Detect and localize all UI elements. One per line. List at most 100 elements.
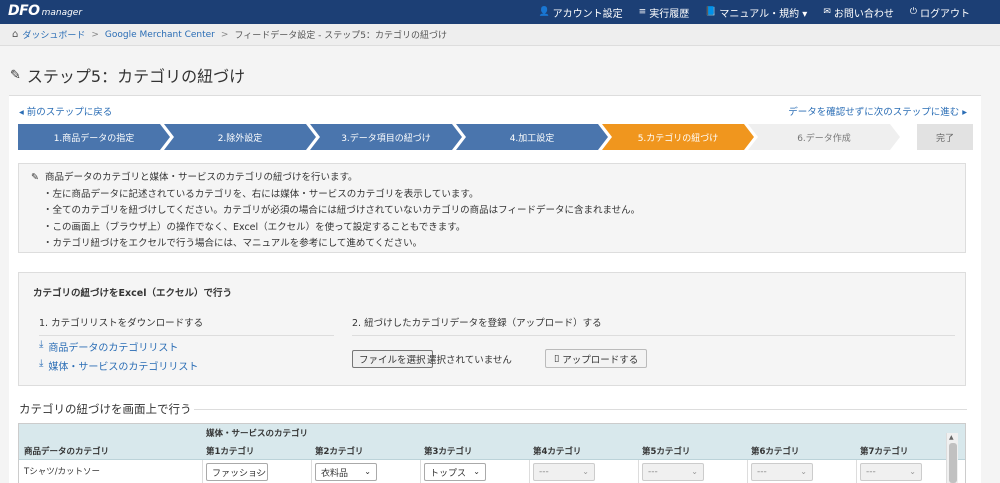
button-label: アップロードする	[562, 354, 639, 366]
scroll-up-arrow-icon[interactable]: ▲	[949, 434, 954, 441]
previous-step-link[interactable]: ◂ 前のステップに戻る	[19, 104, 112, 118]
category-5-header: 第5カテゴリ	[642, 447, 691, 457]
scrollbar-thumb[interactable]	[949, 443, 957, 483]
step-progress: 1.商品データの指定 2.除外設定 3.データ項目の紐づけ 4.加工設定 5.カ…	[18, 124, 974, 150]
info-bullet: ・この画面上（ブラウザ上）の操作でなく、Excel（エクセル）を使って設定するこ…	[43, 221, 466, 233]
upload-icon: ▯	[554, 353, 560, 364]
category-6-select: --- ⌄	[751, 463, 813, 481]
page-title: ✎ ステップ5：カテゴリの紐づけ	[10, 64, 245, 86]
category-2-header: 第2カテゴリ	[315, 447, 364, 457]
nav-manual-dropdown[interactable]: 📘 マニュアル・規約 ▾	[705, 5, 807, 20]
nav-history[interactable]: ≡ 実行履歴	[639, 5, 690, 20]
nav-label: ログアウト	[920, 8, 970, 20]
pencil-icon: ✎	[10, 67, 21, 83]
download-media-category-list[interactable]: ⤓ 媒体・サービスのカテゴリリスト	[39, 358, 198, 373]
breadcrumb-separator: >	[220, 29, 229, 40]
nav-account-settings[interactable]: 👤 アカウント設定	[538, 5, 622, 20]
upload-heading: 2. 紐づけしたカテゴリデータを登録（アップロード）する	[352, 315, 955, 336]
select-value: ---	[757, 467, 767, 477]
column-separator	[420, 460, 421, 483]
section-divider	[194, 409, 967, 410]
category-6-header: 第6カテゴリ	[751, 447, 800, 457]
table-scrollbar[interactable]: ▲	[946, 433, 958, 483]
nav-logout[interactable]: ⏻ ログアウト	[910, 5, 970, 20]
step-5[interactable]: 5.カテゴリの紐づけ	[602, 124, 754, 150]
upload-button[interactable]: ▯ アップロードする	[545, 349, 648, 368]
category-7-select: --- ⌄	[860, 463, 922, 481]
logo-mark: DFO	[8, 3, 40, 19]
excel-section: カテゴリの紐づけをExcel（エクセル）で行う 1. カテゴリリストをダウンロー…	[18, 272, 966, 386]
breadcrumb: ⌂ ダッシュボード > Google Merchant Center > フィー…	[0, 24, 1000, 46]
no-file-selected-text: 選択されていません	[427, 355, 512, 366]
step-navigation: ◂ 前のステップに戻る データを確認せずに次のステップに進む ▸	[19, 104, 967, 118]
step-6: 6.データ作成	[748, 124, 900, 150]
info-lead: ✎ 商品データのカテゴリと媒体・サービスのカテゴリの紐づけを行います。	[31, 170, 953, 187]
column-separator	[856, 460, 857, 483]
chevron-down-icon: ⌄	[582, 467, 589, 476]
select-value: 衣料品	[321, 468, 349, 479]
step-4[interactable]: 4.加工設定	[456, 124, 608, 150]
nav-label: アカウント設定	[552, 8, 623, 20]
category-7-header: 第7カテゴリ	[860, 447, 909, 457]
home-icon: ⌂	[12, 29, 19, 40]
step-complete: 完了	[917, 124, 973, 150]
table-header	[19, 440, 965, 460]
chevron-down-icon: ⌄	[691, 467, 698, 476]
category-1-select[interactable]: ファッション ⌄	[206, 463, 268, 481]
product-category-header: 商品データのカテゴリ	[24, 447, 110, 457]
table-header-group	[19, 424, 965, 440]
category-1-header: 第1カテゴリ	[206, 447, 255, 457]
column-separator	[311, 460, 312, 483]
app-logo[interactable]: DFO manager	[8, 3, 82, 21]
info-bullet: ・左に商品データに記述されているカテゴリを、右には媒体・サービスのカテゴリを表示…	[43, 188, 479, 200]
category-2-select[interactable]: 衣料品 ⌄	[315, 463, 377, 481]
skip-to-next-step-link[interactable]: データを確認せずに次のステップに進む ▸	[788, 104, 967, 118]
download-icon: ⤓	[39, 358, 44, 369]
column-separator	[529, 460, 530, 483]
column-separator	[747, 460, 748, 483]
nav-contact[interactable]: ✉ お問い合わせ	[823, 5, 894, 20]
link-label: 商品データのカテゴリリスト	[48, 343, 179, 354]
step-1[interactable]: 1.商品データの指定	[18, 124, 170, 150]
book-icon: 📘	[705, 7, 717, 17]
nav-label: マニュアル・規約 ▾	[719, 8, 808, 20]
chevron-down-icon: ⌄	[909, 467, 916, 476]
chevron-down-icon: ⌄	[364, 467, 371, 476]
main-card: ◂ 前のステップに戻る データを確認せずに次のステップに進む ▸ 1.商品データ…	[9, 95, 981, 483]
breadcrumb-current: フィードデータ設定 - ステップ5：カテゴリの紐づけ	[234, 31, 447, 41]
info-bullet: ・カテゴリ紐づけをエクセルで行う場合には、マニュアルを参考にして進めてください。	[43, 238, 423, 249]
category-5-select: --- ⌄	[642, 463, 704, 481]
breadcrumb-merchant-center[interactable]: Google Merchant Center	[105, 30, 215, 40]
category-4-select: --- ⌄	[533, 463, 595, 481]
download-icon: ⤓	[39, 339, 44, 350]
list-icon: ≡	[638, 7, 647, 17]
select-value: ---	[648, 467, 658, 477]
choose-file-button[interactable]: ファイルを選択	[352, 350, 433, 368]
breadcrumb-separator: >	[91, 29, 99, 40]
chevron-down-icon: ⌄	[473, 467, 480, 476]
download-product-category-list[interactable]: ⤓ 商品データのカテゴリリスト	[39, 339, 178, 354]
media-category-group-header: 媒体・サービスのカテゴリ	[206, 429, 309, 439]
chevron-down-icon: ⌄	[255, 467, 262, 476]
select-value: トップス	[430, 468, 467, 479]
mail-icon: ✉	[823, 7, 831, 17]
select-value: ---	[866, 467, 876, 477]
chevron-down-icon: ⌄	[800, 467, 807, 476]
top-navbar: DFO manager 👤 アカウント設定 ≡ 実行履歴 📘 マニュアル・規約 …	[0, 0, 1000, 24]
column-separator	[638, 460, 639, 483]
page-title-text: ステップ5：カテゴリの紐づけ	[26, 67, 246, 86]
category-4-header: 第4カテゴリ	[533, 447, 582, 457]
info-lead-text: 商品データのカテゴリと媒体・サービスのカテゴリの紐づけを行います。	[44, 172, 358, 183]
user-icon: 👤	[538, 7, 550, 17]
step-2[interactable]: 2.除外設定	[164, 124, 316, 150]
onscreen-section-title: カテゴリの紐づけを画面上で行う	[19, 402, 192, 416]
step-3[interactable]: 3.データ項目の紐づけ	[310, 124, 462, 150]
download-heading: 1. カテゴリリストをダウンロードする	[39, 315, 334, 336]
info-bullet: ・全てのカテゴリを紐づけしてください。カテゴリが必須の場合には紐づけされていない…	[43, 205, 641, 216]
category-3-select[interactable]: トップス ⌄	[424, 463, 486, 481]
power-icon: ⏻	[909, 7, 917, 17]
logo-sub: manager	[41, 8, 83, 18]
category-3-header: 第3カテゴリ	[424, 447, 473, 457]
breadcrumb-dashboard[interactable]: ダッシュボード	[22, 28, 85, 41]
category-mapping-table: 媒体・サービスのカテゴリ 商品データのカテゴリ 第1カテゴリ 第2カテゴリ 第3…	[18, 423, 966, 483]
